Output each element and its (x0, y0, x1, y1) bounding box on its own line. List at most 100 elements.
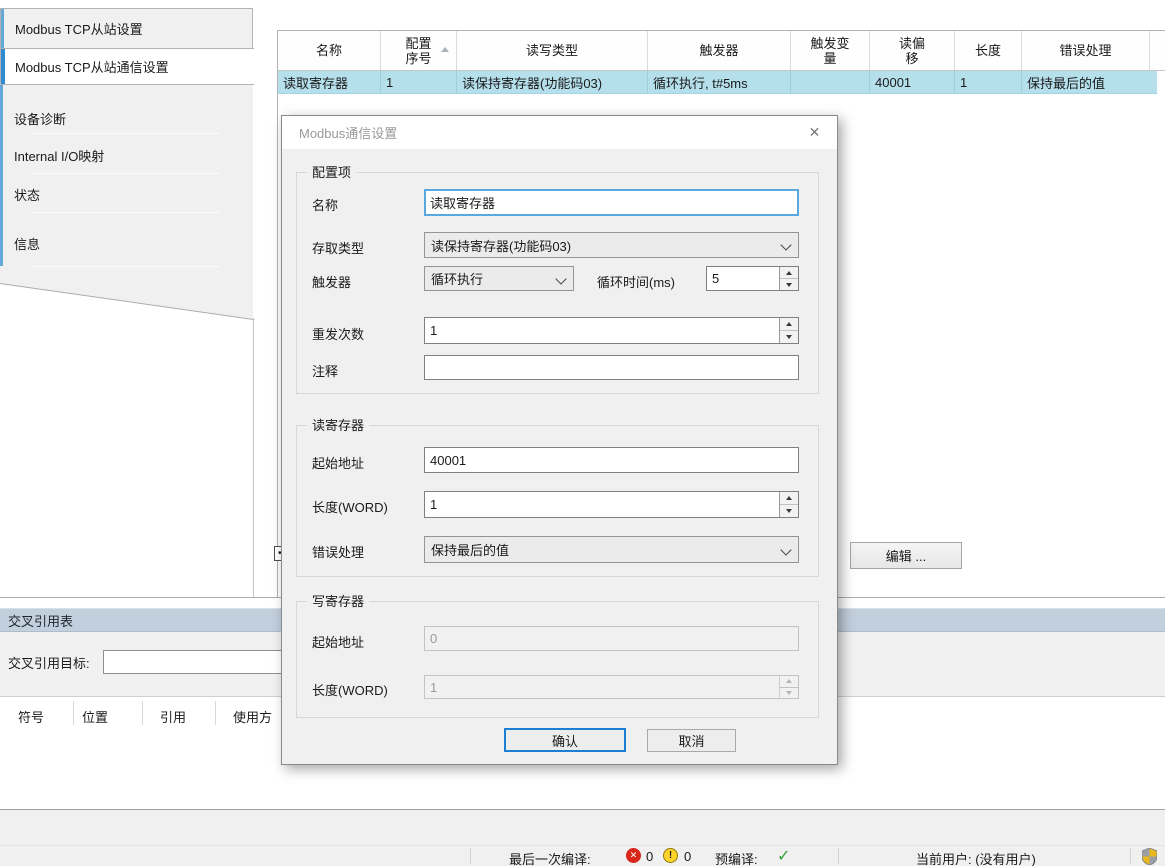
current-user-label: 当前用户: (没有用户) (916, 849, 1036, 866)
cell-rw-type: 读保持寄存器(功能码03) (457, 71, 648, 93)
column-separator (142, 701, 143, 725)
cancel-button[interactable]: 取消 (647, 729, 736, 752)
comment-field[interactable] (424, 355, 799, 380)
spinner-up-icon (780, 676, 798, 687)
name-label: 名称 (312, 195, 338, 214)
read-start-address-field[interactable]: 40001 (424, 447, 799, 473)
spinner-down-icon[interactable] (780, 330, 798, 343)
chevron-down-icon (555, 273, 566, 284)
sidebar-item-status[interactable]: 状态 (14, 185, 40, 204)
check-icon: ✓ (777, 846, 790, 866)
xref-column-usage[interactable]: 使用方 (233, 707, 272, 726)
sidebar-item-information[interactable]: 信息 (14, 234, 40, 253)
cycle-time-label: 循环时间(ms) (597, 272, 675, 291)
close-icon[interactable]: ✕ (792, 116, 837, 149)
retry-count-spinner[interactable]: 1 (424, 317, 799, 344)
confirm-button[interactable]: 确认 (504, 728, 626, 752)
tab-label: Modbus TCP从站设置 (15, 19, 143, 38)
column-separator (73, 701, 74, 725)
spinner-up-icon[interactable] (780, 267, 798, 278)
spinner-up-icon[interactable] (780, 318, 798, 330)
edit-button[interactable]: 编辑 ... (850, 542, 962, 569)
cycle-time-spinner[interactable]: 5 (706, 266, 799, 291)
trigger-label: 触发器 (312, 272, 351, 291)
column-header-label: 移 (905, 51, 918, 66)
column-header-label: 触发变 (810, 36, 849, 51)
status-separator (1130, 848, 1131, 864)
cross-reference-target-label: 交叉引用目标: (8, 653, 90, 672)
tab-separator (30, 266, 220, 267)
column-header-rw-type[interactable]: 读写类型 (457, 31, 648, 70)
sidebar-item-modbus-tcp-slave-comm-settings[interactable]: Modbus TCP从站通信设置 (0, 48, 254, 85)
column-header-label: 长度 (975, 43, 1001, 58)
name-field[interactable]: 读取寄存器 (424, 189, 799, 216)
sidebar-item-internal-io-mapping[interactable]: Internal I/O映射 (14, 146, 104, 165)
column-header-read-offset[interactable]: 读偏 移 (870, 31, 955, 70)
column-header-error-handling[interactable]: 错误处理 (1022, 31, 1150, 70)
warning-icon: ! (663, 848, 678, 863)
column-header-config-index[interactable]: 配置 序号 (381, 31, 457, 70)
column-header-filler (1150, 31, 1165, 70)
column-header-trigger-variable[interactable]: 触发变 量 (791, 31, 870, 70)
precompile-label: 预编译: (715, 849, 758, 866)
tab-separator (30, 173, 220, 174)
spinner-up-icon[interactable] (780, 492, 798, 504)
error-count: 0 (646, 849, 653, 864)
shield-icon (1142, 848, 1157, 866)
column-header-label: 触发器 (699, 43, 738, 58)
column-header-label: 配置 (405, 36, 431, 51)
error-handling-select[interactable]: 保持最后的值 (424, 536, 799, 563)
read-length-spinner[interactable]: 1 (424, 491, 799, 518)
table-row-selected[interactable]: 读取寄存器 1 读保持寄存器(功能码03) 循环执行, t#5ms 40001 … (278, 71, 1157, 94)
xref-column-symbol[interactable]: 符号 (18, 707, 44, 726)
trigger-value: 循环执行 (431, 269, 483, 288)
read-register-group-legend: 读寄存器 (307, 418, 369, 433)
cell-name: 读取寄存器 (278, 71, 381, 93)
cell-trigger: 循环执行, t#5ms (648, 71, 791, 93)
spinner-buttons (779, 492, 798, 517)
cycle-time-value: 5 (712, 271, 719, 286)
error-handling-value: 保持最后的值 (431, 540, 509, 559)
trigger-select[interactable]: 循环执行 (424, 266, 574, 291)
retry-count-label: 重发次数 (312, 324, 364, 343)
spinner-down-icon[interactable] (780, 278, 798, 290)
cell-trigger-variable (791, 71, 870, 93)
spinner-down-icon (780, 687, 798, 699)
spinner-down-icon[interactable] (780, 504, 798, 517)
column-header-label: 序号 (405, 51, 431, 66)
write-length-value: 1 (430, 680, 437, 695)
tab-accent-strip (0, 85, 3, 266)
access-type-select[interactable]: 读保持寄存器(功能码03) (424, 232, 799, 258)
column-header-length[interactable]: 长度 (955, 31, 1022, 70)
warning-count: 0 (684, 849, 691, 864)
cell-error-handling: 保持最后的值 (1022, 71, 1150, 93)
read-length-value: 1 (430, 497, 437, 512)
write-length-label: 长度(WORD) (312, 680, 388, 699)
read-start-address-label: 起始地址 (312, 453, 364, 472)
error-handling-label: 错误处理 (312, 542, 364, 561)
dialog-titlebar[interactable]: Modbus通信设置 (282, 116, 837, 149)
column-header-trigger[interactable]: 触发器 (648, 31, 791, 70)
cell-length: 1 (955, 71, 1022, 93)
xref-column-position[interactable]: 位置 (82, 707, 108, 726)
sidebar-item-device-diagnosis[interactable]: 设备诊断 (14, 109, 66, 128)
sort-ascending-icon (441, 47, 449, 52)
column-header-label: 名称 (316, 43, 342, 58)
selected-tab-accent-strip (1, 49, 5, 84)
spinner-buttons (779, 267, 798, 290)
retry-count-value: 1 (430, 323, 437, 338)
last-compile-label: 最后一次编译: (509, 849, 591, 866)
tab-column-right-edge (253, 318, 254, 597)
access-type-label: 存取类型 (312, 238, 364, 257)
spinner-buttons (779, 318, 798, 343)
xref-column-reference[interactable]: 引用 (160, 707, 186, 726)
read-length-label: 长度(WORD) (312, 497, 388, 516)
status-separator (470, 848, 471, 864)
access-type-value: 读保持寄存器(功能码03) (431, 236, 571, 255)
write-register-group-legend: 写寄存器 (307, 594, 369, 609)
column-header-name[interactable]: 名称 (278, 31, 381, 70)
sidebar-item-modbus-tcp-slave-settings[interactable]: Modbus TCP从站设置 (0, 8, 253, 49)
comment-label: 注释 (312, 361, 338, 380)
column-header-label: 错误处理 (1059, 43, 1111, 58)
config-group-legend: 配置项 (307, 165, 356, 180)
